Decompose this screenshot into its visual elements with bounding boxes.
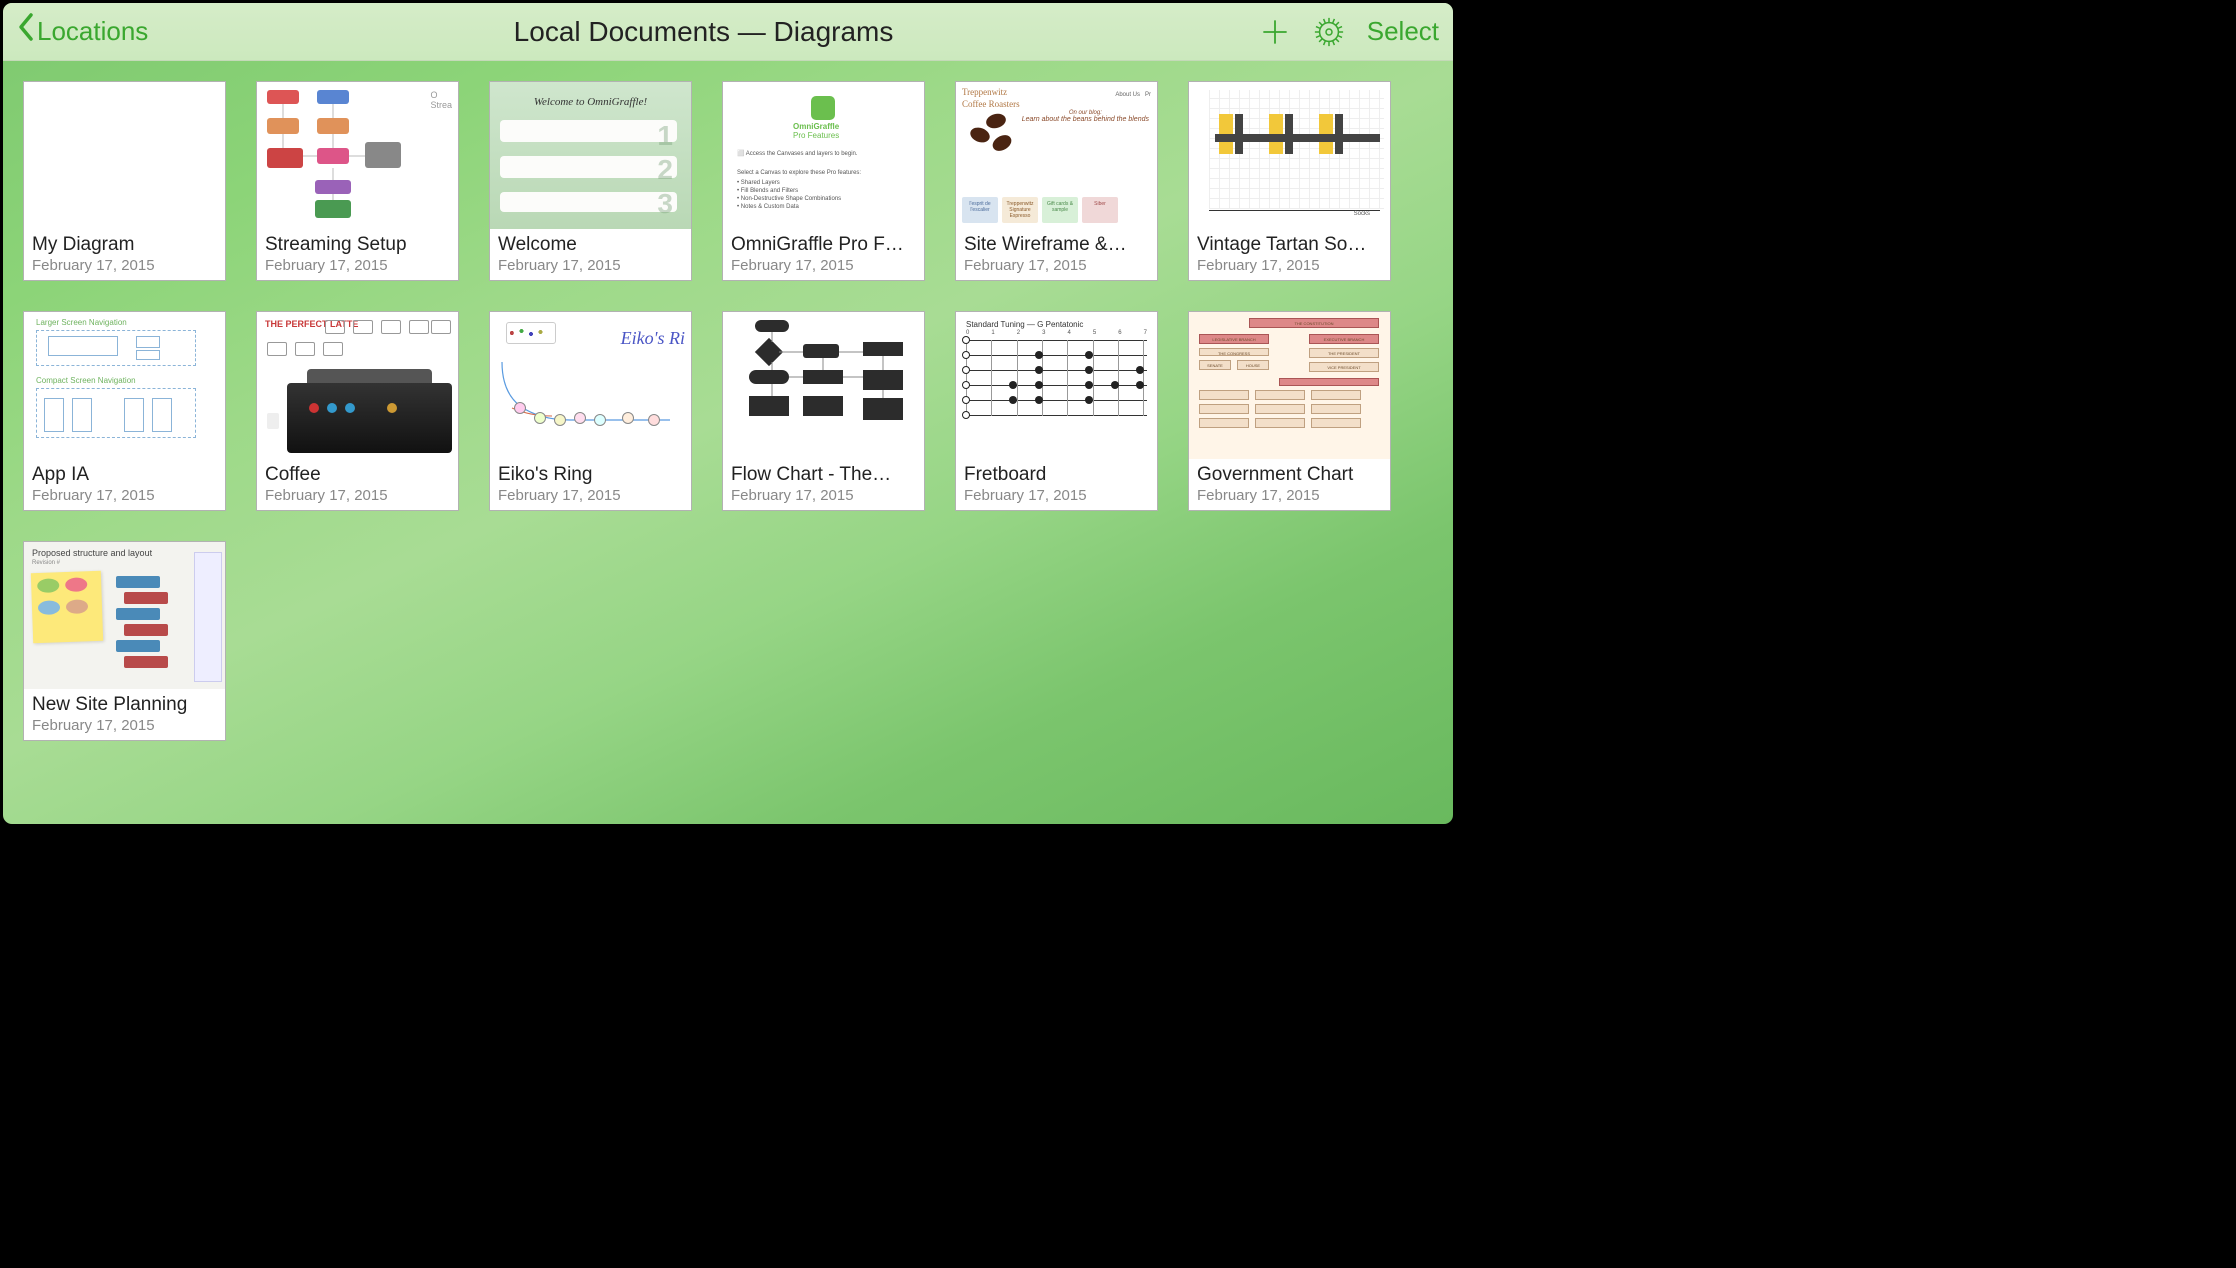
document-thumbnail: Proposed structure and layout Revision # [24, 542, 225, 689]
document-title: Streaming Setup [265, 234, 450, 256]
document-title: New Site Planning [32, 694, 217, 716]
document-title: Welcome [498, 234, 683, 256]
settings-button[interactable] [1313, 16, 1345, 48]
document-item[interactable]: OmniGraffle Pro Features ⬜ Access the Ca… [722, 81, 925, 281]
document-thumbnail: Socks [1189, 82, 1390, 229]
document-label: Welcome February 17, 2015 [490, 229, 691, 280]
document-item[interactable]: Welcome to OmniGraffle! 1 2 3 Welcome Fe… [489, 81, 692, 281]
back-button[interactable]: Locations [17, 12, 148, 51]
document-title: Fretboard [964, 464, 1149, 486]
page-title: Local Documents — Diagrams [148, 16, 1258, 48]
chevron-left-icon [17, 12, 35, 51]
document-date: February 17, 2015 [1197, 487, 1382, 504]
document-title: Coffee [265, 464, 450, 486]
document-label: Flow Chart - The… February 17, 2015 [723, 459, 924, 510]
document-label: My Diagram February 17, 2015 [24, 229, 225, 280]
document-date: February 17, 2015 [498, 487, 683, 504]
back-label: Locations [37, 16, 148, 47]
document-label: Eiko's Ring February 17, 2015 [490, 459, 691, 510]
document-item[interactable]: Flow Chart - The… February 17, 2015 [722, 311, 925, 511]
document-thumbnail: Welcome to OmniGraffle! 1 2 3 [490, 82, 691, 229]
select-button[interactable]: Select [1367, 16, 1439, 47]
document-item[interactable]: My Diagram February 17, 2015 [23, 81, 226, 281]
document-label: App IA February 17, 2015 [24, 459, 225, 510]
document-thumbnail: Larger Screen Navigation Compact Screen … [24, 312, 225, 459]
document-thumbnail: THE CONSTITUTION LEGISLATIVE BRANCH EXEC… [1189, 312, 1390, 459]
document-title: Eiko's Ring [498, 464, 683, 486]
document-date: February 17, 2015 [964, 257, 1149, 274]
document-label: Fretboard February 17, 2015 [956, 459, 1157, 510]
document-date: February 17, 2015 [265, 257, 450, 274]
document-title: OmniGraffle Pro F… [731, 234, 916, 256]
document-thumbnail: THE PERFECT LATTE [257, 312, 458, 459]
document-thumbnail: TreppenwitzCoffee Roasters About Us Pr O… [956, 82, 1157, 229]
document-date: February 17, 2015 [32, 487, 217, 504]
document-thumbnail: OmniGraffle Pro Features ⬜ Access the Ca… [723, 82, 924, 229]
add-button[interactable] [1259, 16, 1291, 48]
document-date: February 17, 2015 [731, 257, 916, 274]
toolbar: Locations Local Documents — Diagrams [3, 3, 1453, 61]
document-item[interactable]: OStrea Streaming Setup February 17, 2015 [256, 81, 459, 281]
document-thumbnail [24, 82, 225, 229]
document-label: New Site Planning February 17, 2015 [24, 689, 225, 740]
document-item[interactable]: Larger Screen Navigation Compact Screen … [23, 311, 226, 511]
document-item[interactable]: THE PERFECT LATTE Coffee February 17, 20… [256, 311, 459, 511]
document-label: Streaming Setup February 17, 2015 [257, 229, 458, 280]
document-thumbnail: OStrea [257, 82, 458, 229]
document-browser: Locations Local Documents — Diagrams [0, 0, 1456, 827]
document-label: Government Chart February 17, 2015 [1189, 459, 1390, 510]
document-thumbnail: Eiko's Ri [490, 312, 691, 459]
document-title: My Diagram [32, 234, 217, 256]
document-item[interactable]: Eiko's Ri Eiko's Ring February 17, 2015 [489, 311, 692, 511]
document-label: OmniGraffle Pro F… February 17, 2015 [723, 229, 924, 280]
document-date: February 17, 2015 [1197, 257, 1382, 274]
document-date: February 17, 2015 [731, 487, 916, 504]
document-title: Vintage Tartan So… [1197, 234, 1382, 256]
document-title: Site Wireframe &… [964, 234, 1149, 256]
document-title: Government Chart [1197, 464, 1382, 486]
document-label: Vintage Tartan So… February 17, 2015 [1189, 229, 1390, 280]
document-date: February 17, 2015 [498, 257, 683, 274]
toolbar-actions: Select [1259, 16, 1439, 48]
document-title: App IA [32, 464, 217, 486]
document-item[interactable]: Socks Vintage Tartan So… February 17, 20… [1188, 81, 1391, 281]
document-label: Site Wireframe &… February 17, 2015 [956, 229, 1157, 280]
document-label: Coffee February 17, 2015 [257, 459, 458, 510]
document-item[interactable]: TreppenwitzCoffee Roasters About Us Pr O… [955, 81, 1158, 281]
document-date: February 17, 2015 [964, 487, 1149, 504]
document-thumbnail [723, 312, 924, 459]
document-item[interactable]: THE CONSTITUTION LEGISLATIVE BRANCH EXEC… [1188, 311, 1391, 511]
document-item[interactable]: Proposed structure and layout Revision #… [23, 541, 226, 741]
document-item[interactable]: Standard Tuning — G Pentatonic 01234567 [955, 311, 1158, 511]
document-date: February 17, 2015 [32, 257, 217, 274]
document-thumbnail: Standard Tuning — G Pentatonic 01234567 [956, 312, 1157, 459]
document-date: February 17, 2015 [32, 717, 217, 734]
document-title: Flow Chart - The… [731, 464, 916, 486]
document-grid: My Diagram February 17, 2015 OStrea [3, 61, 1453, 824]
document-date: February 17, 2015 [265, 487, 450, 504]
